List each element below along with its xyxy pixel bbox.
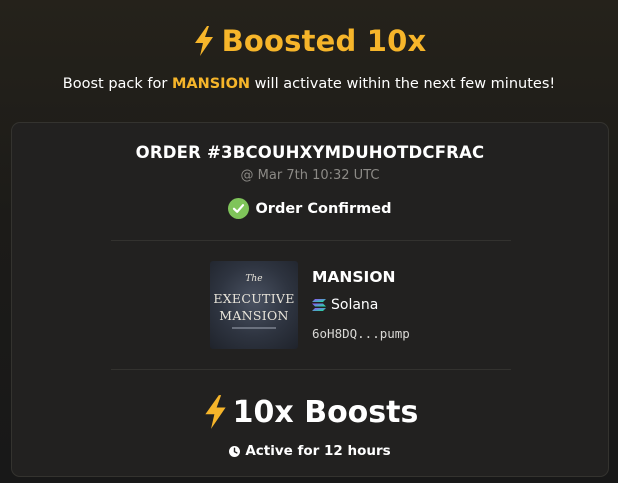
boost-notice: Boost pack for MANSION will activate wit…: [0, 76, 618, 92]
page-headline: Boosted 10x: [0, 24, 618, 58]
order-status-label: Order Confirmed: [255, 200, 392, 217]
order-timestamp: @ Mar 7th 10:32 UTC: [240, 168, 380, 183]
order-status: Order Confirmed: [12, 198, 608, 219]
divider: [111, 369, 511, 370]
lightning-bolt-icon: [194, 26, 213, 56]
solana-logo-icon: [312, 299, 326, 311]
lightning-bolt-icon: [205, 395, 226, 429]
notice-token-name: MANSION: [171, 76, 251, 92]
token-chain: Solana: [312, 297, 378, 313]
token-image: The EXECUTIVE MANSION: [210, 261, 298, 349]
token-image-caption: MANSION: [219, 308, 289, 323]
token-image-caption: EXECUTIVE: [213, 291, 295, 306]
notice-prefix: Boost pack for: [62, 76, 172, 92]
token-address[interactable]: 6oH8DQ...pump: [312, 326, 410, 341]
token-image-caption: The: [245, 274, 263, 284]
divider: [111, 240, 511, 241]
order-id: ORDER #3BCOUHXYMDUHOTDCFRAC: [135, 143, 485, 162]
clock-icon: [229, 445, 241, 457]
page-title: Boosted 10x: [221, 24, 427, 58]
token-image-fineprint: [232, 327, 276, 329]
token-name: MANSION: [312, 268, 396, 286]
order-card: ORDER #3BCOUHXYMDUHOTDCFRAC @ Mar 7th 10…: [11, 122, 609, 477]
token-chain-name: Solana: [331, 297, 379, 313]
boost-duration-label: Active for 12 hours: [245, 443, 391, 459]
check-circle-icon: [228, 198, 250, 219]
notice-suffix: will activate within the next few minute…: [250, 76, 556, 92]
boost-duration: Active for 12 hours: [12, 443, 608, 459]
boost-count: 10x Boosts: [232, 394, 419, 430]
boost-summary: 10x Boosts: [12, 394, 608, 430]
